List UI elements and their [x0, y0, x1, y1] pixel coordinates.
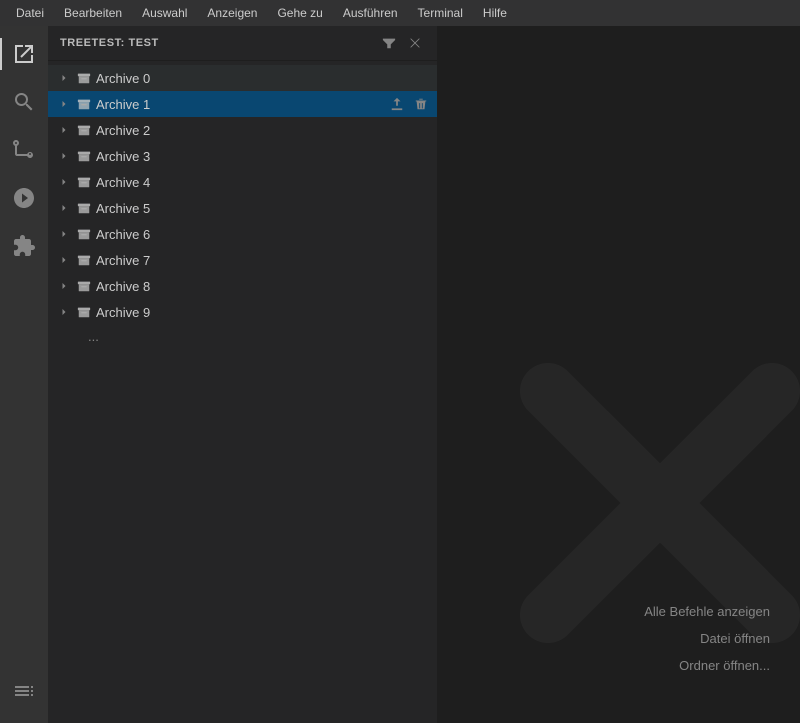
panel-title: TREETEST: TEST	[60, 37, 159, 49]
sidebar: TREETEST: TEST	[48, 26, 438, 723]
activity-explorer[interactable]	[0, 30, 48, 78]
tree-item-label-8: Archive 8	[96, 279, 150, 294]
menu-run[interactable]: Ausführen	[335, 4, 406, 22]
item-actions-1	[387, 94, 431, 114]
delete-icon-1[interactable]	[411, 94, 431, 114]
archive-file-icon-6	[76, 226, 92, 242]
tree-item-archive-5[interactable]: Archive 5	[48, 195, 437, 221]
chevron-icon-4	[56, 174, 72, 190]
archive-file-icon-9	[76, 304, 92, 320]
open-folder-button[interactable]: Ordner öffnen...	[679, 658, 770, 673]
tree-item-label-0: Archive 0	[96, 71, 150, 86]
panel-actions	[379, 33, 425, 53]
panel-header: TREETEST: TEST	[48, 26, 437, 61]
archive-file-icon-3	[76, 148, 92, 164]
chevron-icon-8	[56, 278, 72, 294]
archive-file-icon-7	[76, 252, 92, 268]
main-area: TREETEST: TEST	[0, 26, 800, 723]
archive-file-icon-5	[76, 200, 92, 216]
tree-item-label-6: Archive 6	[96, 227, 150, 242]
menubar: Datei Bearbeiten Auswahl Anzeigen Gehe z…	[0, 0, 800, 26]
chevron-icon-6	[56, 226, 72, 242]
chevron-icon-1	[56, 96, 72, 112]
archive-file-icon-1	[76, 96, 92, 112]
activity-outline[interactable]	[0, 667, 48, 715]
chevron-icon-3	[56, 148, 72, 164]
tree-item-label-9: Archive 9	[96, 305, 150, 320]
tree-item-label-5: Archive 5	[96, 201, 150, 216]
activity-run-debug[interactable]	[0, 174, 48, 222]
tree-item-label-3: Archive 3	[96, 149, 150, 164]
tree-item-archive-2[interactable]: Archive 2	[48, 117, 437, 143]
tree-item-archive-0[interactable]: Archive 0	[48, 65, 437, 91]
chevron-icon-5	[56, 200, 72, 216]
activity-source-control[interactable]	[0, 126, 48, 174]
archive-file-icon-2	[76, 122, 92, 138]
menu-help[interactable]: Hilfe	[475, 4, 515, 22]
chevron-icon-7	[56, 252, 72, 268]
chevron-icon-9	[56, 304, 72, 320]
menu-terminal[interactable]: Terminal	[410, 4, 471, 22]
menu-selection[interactable]: Auswahl	[134, 4, 195, 22]
tree-item-archive-1[interactable]: Archive 1	[48, 91, 437, 117]
tree-item-label-1: Archive 1	[96, 97, 150, 112]
menu-goto[interactable]: Gehe zu	[269, 4, 330, 22]
tree-item-archive-7[interactable]: Archive 7	[48, 247, 437, 273]
tree-item-label-2: Archive 2	[96, 123, 150, 138]
open-file-button[interactable]: Datei öffnen	[700, 631, 770, 646]
watermark-logo	[520, 363, 800, 643]
tree-item-archive-8[interactable]: Archive 8	[48, 273, 437, 299]
tree-ellipsis: ...	[48, 325, 437, 347]
activity-bar	[0, 26, 48, 723]
filter-button[interactable]	[379, 33, 399, 53]
activity-search[interactable]	[0, 78, 48, 126]
menu-edit[interactable]: Bearbeiten	[56, 4, 130, 22]
menu-view[interactable]: Anzeigen	[199, 4, 265, 22]
show-commands-button[interactable]: Alle Befehle anzeigen	[644, 604, 770, 619]
tree-item-archive-3[interactable]: Archive 3	[48, 143, 437, 169]
tree-list: Archive 0	[48, 61, 437, 723]
tree-item-archive-9[interactable]: Archive 9	[48, 299, 437, 325]
tree-item-label-7: Archive 7	[96, 253, 150, 268]
tree-item-archive-4[interactable]: Archive 4	[48, 169, 437, 195]
close-button[interactable]	[405, 33, 425, 53]
menu-file[interactable]: Datei	[8, 4, 52, 22]
editor-actions: Alle Befehle anzeigen Datei öffnen Ordne…	[644, 604, 770, 673]
archive-file-icon-8	[76, 278, 92, 294]
archive-file-icon-4	[76, 174, 92, 190]
upload-icon-1[interactable]	[387, 94, 407, 114]
chevron-icon-0	[56, 70, 72, 86]
tree-item-label-4: Archive 4	[96, 175, 150, 190]
editor-area: Alle Befehle anzeigen Datei öffnen Ordne…	[438, 26, 800, 723]
archive-file-icon-0	[76, 70, 92, 86]
tree-item-archive-6[interactable]: Archive 6	[48, 221, 437, 247]
activity-extensions[interactable]	[0, 222, 48, 270]
chevron-icon-2	[56, 122, 72, 138]
